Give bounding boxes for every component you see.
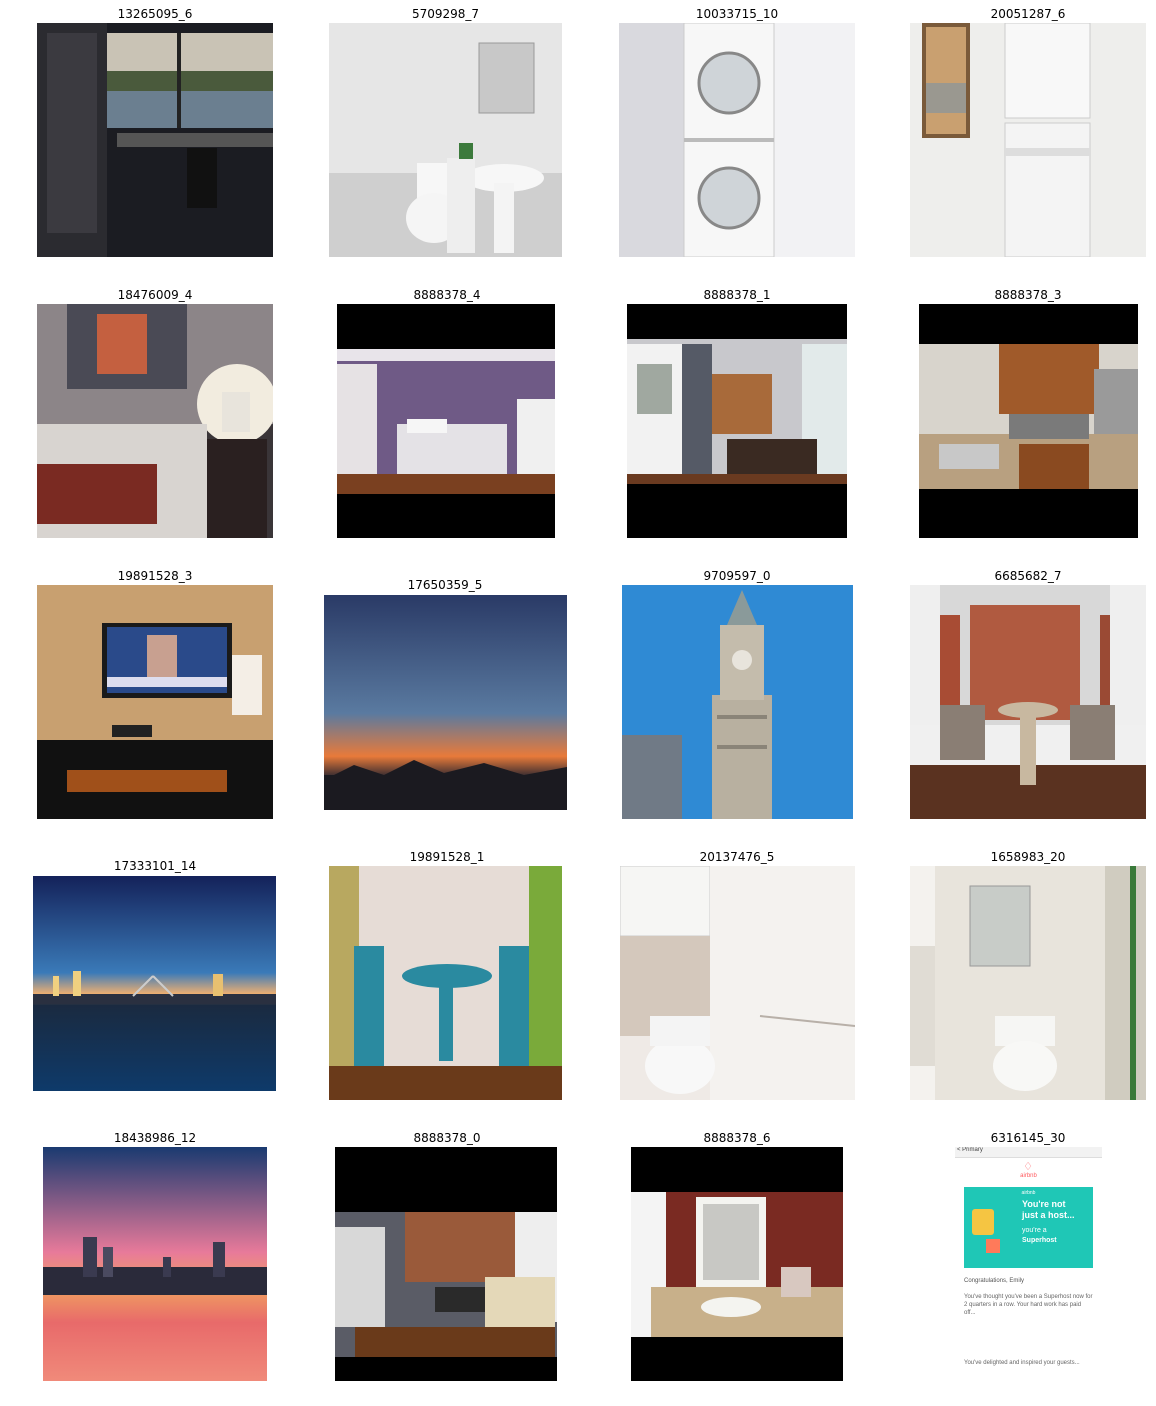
- tile-image: [37, 23, 273, 257]
- tile-image: [910, 866, 1146, 1100]
- tile-caption: 8888378_3: [994, 288, 1062, 302]
- tile-image: [619, 23, 855, 257]
- tile-caption: 8888378_6: [703, 1131, 771, 1145]
- tile-image: [622, 585, 853, 819]
- tile-caption: 5709298_7: [411, 7, 480, 21]
- tile-2: 5709298_7: [322, 0, 569, 260]
- tile-12: 6685682_7: [903, 562, 1153, 822]
- tile-image: [43, 1147, 267, 1381]
- airbnb-brand-text: airbnb: [1020, 1173, 1037, 1179]
- tile-13: 17333101_14: [30, 843, 280, 1103]
- tile-caption: 1658983_20: [990, 850, 1066, 864]
- tile-1: 13265095_6: [30, 0, 280, 260]
- tile-9: 19891528_3: [30, 562, 280, 822]
- tile-image: [337, 304, 555, 538]
- tile-image: [919, 304, 1138, 538]
- tile-16: 1658983_20: [903, 843, 1153, 1103]
- tile-17: 18438986_12: [30, 1124, 280, 1384]
- email-top-bar: < Primary: [955, 1147, 1102, 1158]
- tile-image: [627, 304, 847, 538]
- tile-caption: 18438986_12: [113, 1131, 197, 1145]
- house-icon: [986, 1239, 1000, 1253]
- trophy-icon: [972, 1209, 994, 1235]
- tile-3: 10033715_10: [612, 0, 862, 260]
- email-greeting: Congratulations, Emily: [964, 1278, 1025, 1284]
- tile-caption: 18476009_4: [117, 288, 193, 302]
- email-back-label: < Primary: [957, 1147, 983, 1153]
- tile-5: 18476009_4: [30, 281, 280, 541]
- banner-brand: airbnb: [1021, 1190, 1036, 1196]
- tile-15: 20137476_5: [612, 843, 862, 1103]
- tile-caption: 20051287_6: [990, 7, 1066, 21]
- tile-image: [324, 595, 567, 810]
- tile-image: [631, 1147, 843, 1381]
- tile-20: 6316145_30 < Primary ♢ airbnb airbnb You…: [903, 1124, 1153, 1384]
- tile-4: 20051287_6: [903, 0, 1153, 260]
- tile-7: 8888378_1: [612, 281, 862, 541]
- banner-line-4: Superhost: [1022, 1237, 1057, 1244]
- tile-image: [37, 304, 273, 538]
- tile-caption: 6316145_30: [990, 1131, 1066, 1145]
- tile-image: [329, 866, 562, 1100]
- tile-caption: 8888378_1: [703, 288, 771, 302]
- banner-line-3: you're a: [1022, 1227, 1047, 1234]
- tile-caption: 19891528_3: [117, 569, 193, 583]
- airbnb-logo-icon: ♢: [1023, 1161, 1033, 1173]
- email-body-1: You've thought you've been a Superhost n…: [964, 1294, 1093, 1316]
- superhost-banner: airbnb You're not just a host... you're …: [964, 1187, 1093, 1268]
- tile-image: [335, 1147, 557, 1381]
- tile-image: [329, 23, 562, 257]
- tile-19: 8888378_6: [612, 1124, 862, 1384]
- tile-caption: 20137476_5: [699, 850, 775, 864]
- tile-10: 17650359_5: [320, 562, 570, 822]
- tile-11: 9709597_0: [612, 562, 862, 822]
- tile-caption: 6685682_7: [994, 569, 1062, 583]
- banner-line-2: just a host...: [1022, 1210, 1075, 1220]
- tile-caption: 13265095_6: [117, 7, 193, 21]
- email-body-2: You've delighted and inspired your guest…: [964, 1360, 1080, 1366]
- tile-image: [910, 585, 1146, 819]
- email-screenshot: < Primary ♢ airbnb airbnb You're not jus…: [955, 1147, 1102, 1381]
- tile-8: 8888378_3: [903, 281, 1153, 541]
- tile-18: 8888378_0: [322, 1124, 572, 1384]
- tile-14: 19891528_1: [322, 843, 572, 1103]
- tile-caption: 17650359_5: [407, 578, 483, 592]
- tile-caption: 8888378_4: [413, 288, 481, 302]
- tile-caption: 8888378_0: [413, 1131, 481, 1145]
- tile-image: [620, 866, 855, 1100]
- tile-image: [37, 585, 273, 819]
- tile-image: [910, 23, 1146, 257]
- tile-6: 8888378_4: [322, 281, 572, 541]
- tile-caption: 17333101_14: [113, 859, 197, 873]
- banner-line-1: You're not: [1022, 1199, 1066, 1209]
- tile-caption: 19891528_1: [409, 850, 485, 864]
- tile-image: [33, 876, 276, 1091]
- tile-caption: 9709597_0: [703, 569, 771, 583]
- tile-caption: 10033715_10: [695, 7, 779, 21]
